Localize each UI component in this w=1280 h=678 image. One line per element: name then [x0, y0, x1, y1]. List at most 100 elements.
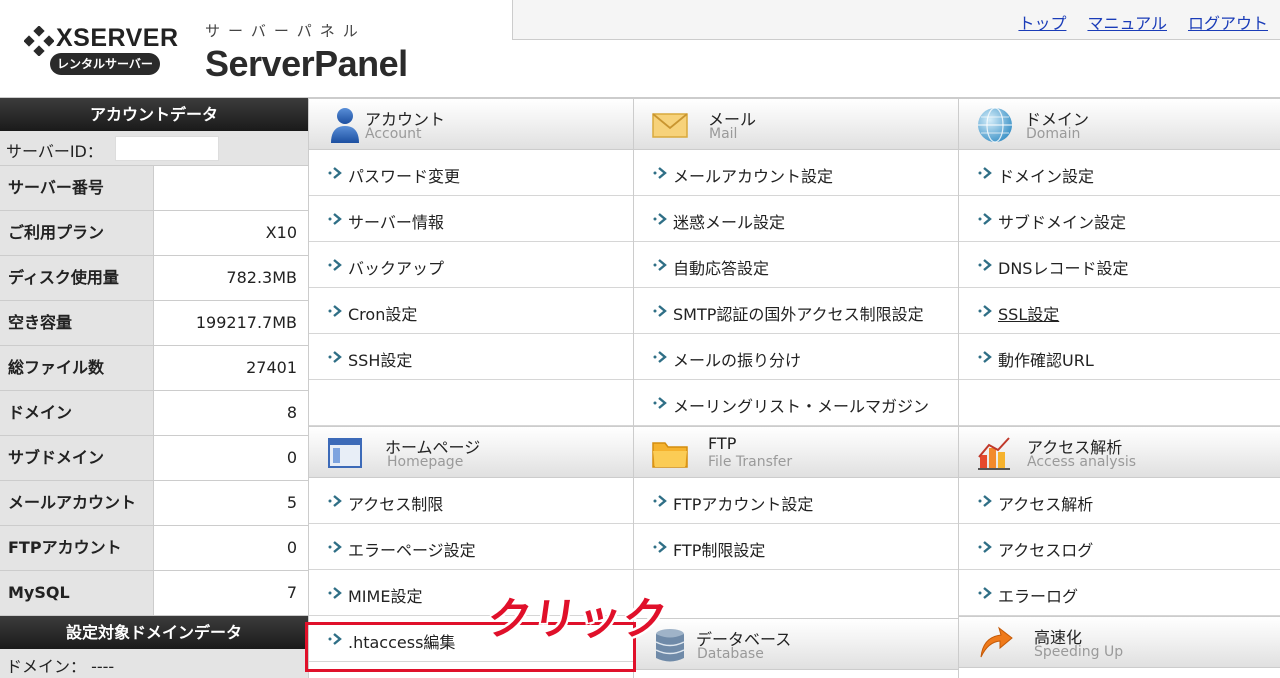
menu-ftp-account[interactable]: FTPアカウント設定 [634, 478, 958, 524]
category-domain: ドメイン Domain [959, 98, 1280, 150]
stat-value: 8 [154, 391, 308, 435]
stat-row: ドメイン 8 [0, 391, 308, 436]
menu-column-2: メール Mail メールアカウント設定 迷惑メール設定 自動応答設定 SMTP認… [633, 98, 958, 678]
product-logo: サーバーパネル ServerPanel [205, 20, 408, 85]
top-nav-bar: トップ マニュアル ログアウト [512, 0, 1280, 40]
stat-value: 7 [154, 571, 308, 615]
menu-domain-settings[interactable]: ドメイン設定 [959, 150, 1280, 196]
target-domain-row: ドメイン： ---- [0, 649, 308, 678]
stat-key: ディスク使用量 [0, 256, 154, 300]
target-domain-value: ---- [91, 657, 115, 676]
stat-key: FTPアカウント [0, 526, 154, 570]
click-annotation: クリック [483, 594, 671, 645]
arrow-icon [328, 351, 342, 363]
webpage-icon [328, 438, 362, 468]
category-subtitle: Mail [709, 126, 738, 142]
envelope-icon [652, 113, 688, 138]
menu-label: FTPアカウント設定 [673, 495, 814, 514]
menu-label: ドメイン設定 [998, 167, 1095, 186]
menu-ssh[interactable]: SSH設定 [309, 334, 633, 380]
menu-dns-record[interactable]: DNSレコード設定 [959, 242, 1280, 288]
category-subtitle: Database [697, 646, 764, 662]
brand-name: XSERVER [56, 24, 179, 52]
arrow-icon [653, 495, 667, 507]
xserver-logo[interactable]: XSERVER レンタルサーバー [24, 22, 184, 78]
category-mail: メール Mail [634, 98, 958, 150]
menu-label: SSL設定 [998, 305, 1060, 324]
menu-auto-reply[interactable]: 自動応答設定 [634, 242, 958, 288]
arrow-icon [653, 213, 667, 225]
person-icon [331, 108, 359, 143]
menu-smtp-restriction[interactable]: SMTP認証の国外アクセス制限設定 [634, 288, 958, 334]
menu-access-log[interactable]: アクセスログ [959, 524, 1280, 570]
menu-mail-filter[interactable]: メールの振り分け [634, 334, 958, 380]
stat-value: X10 [154, 211, 308, 255]
menu-label: サーバー情報 [348, 213, 444, 232]
arrow-icon [653, 305, 667, 317]
arrow-icon [328, 305, 342, 317]
arrow-icon [653, 397, 667, 409]
menu-password-change[interactable]: パスワード変更 [309, 150, 633, 196]
arrow-icon [328, 213, 342, 225]
header: XSERVER レンタルサーバー サーバーパネル ServerPanel トップ… [0, 0, 1280, 98]
top-link[interactable]: トップ [1018, 10, 1066, 34]
stat-row: ご利用プラン X10 [0, 211, 308, 256]
stat-row: 総ファイル数 27401 [0, 346, 308, 391]
menu-label: SSH設定 [348, 351, 413, 370]
menu-error-page[interactable]: エラーページ設定 [309, 524, 633, 570]
menu-spam[interactable]: 迷惑メール設定 [634, 196, 958, 242]
stat-row: ディスク使用量 782.3MB [0, 256, 308, 301]
folder-icon [652, 442, 688, 468]
menu-mailing-list[interactable]: メーリングリスト・メールマガジン [634, 380, 958, 426]
menu-access-analysis[interactable]: アクセス解析 [959, 478, 1280, 524]
category-subtitle: Homepage [387, 454, 464, 470]
stat-row: サブドメイン 0 [0, 436, 308, 481]
menu-backup[interactable]: バックアップ [309, 242, 633, 288]
arrow-icon [328, 541, 342, 553]
stat-value [154, 166, 308, 210]
account-stats: サーバー番号 ご利用プラン X10 ディスク使用量 782.3MB 空き容量 1992… [0, 166, 308, 616]
menu-mail-account[interactable]: メールアカウント設定 [634, 150, 958, 196]
menu-label: メールの振り分け [673, 351, 802, 370]
menu-label: バックアップ [348, 259, 445, 278]
menu-label: FTP制限設定 [673, 541, 766, 560]
stat-key: ご利用プラン [0, 211, 154, 255]
menu-label: MIME設定 [348, 587, 423, 606]
menu-column-3: ドメイン Domain ドメイン設定 サブドメイン設定 DNSレコード設定 SS… [958, 98, 1280, 678]
menu-test-url[interactable]: 動作確認URL [959, 334, 1280, 380]
menu-label: サブドメイン設定 [998, 213, 1127, 232]
menu-label: エラーページ設定 [348, 541, 476, 560]
arrow-icon [978, 541, 992, 553]
stat-key: 空き容量 [0, 301, 154, 345]
menu-label: アクセスログ [998, 541, 1094, 560]
arrow-icon [328, 633, 342, 645]
product-name: ServerPanel [205, 43, 408, 84]
stat-value: 782.3MB [154, 256, 308, 300]
menu-access-restriction[interactable]: アクセス制限 [309, 478, 633, 524]
menu-ssl[interactable]: SSL設定 [959, 288, 1280, 334]
menu-server-info[interactable]: サーバー情報 [309, 196, 633, 242]
category-account: アカウント Account [309, 98, 633, 150]
arrow-icon [978, 305, 992, 317]
category-subtitle: Access analysis [1027, 454, 1137, 470]
logout-link[interactable]: ログアウト [1188, 10, 1268, 34]
manual-link[interactable]: マニュアル [1087, 10, 1167, 34]
arrow-icon [328, 495, 342, 507]
brand-sub: レンタルサーバー [50, 53, 160, 75]
stat-key: サーバー番号 [0, 166, 154, 210]
menu-label: 動作確認URL [998, 351, 1094, 370]
arrow-icon [978, 587, 992, 599]
arrow-icon [978, 351, 992, 363]
menu-label: DNSレコード設定 [998, 259, 1129, 278]
menu-cron[interactable]: Cron設定 [309, 288, 633, 334]
arrow-icon [653, 167, 667, 179]
menu-subdomain[interactable]: サブドメイン設定 [959, 196, 1280, 242]
category-title: FTP [708, 434, 737, 453]
menu-ftp-restriction[interactable]: FTP制限設定 [634, 524, 958, 570]
arrow-icon [653, 259, 667, 271]
category-subtitle: Speeding Up [1034, 644, 1124, 660]
category-ftp: FTP File Transfer [634, 426, 958, 478]
server-id-value [115, 136, 219, 161]
menu-error-log[interactable]: エラーログ [959, 570, 1280, 616]
product-kana: サーバーパネル [205, 22, 366, 40]
